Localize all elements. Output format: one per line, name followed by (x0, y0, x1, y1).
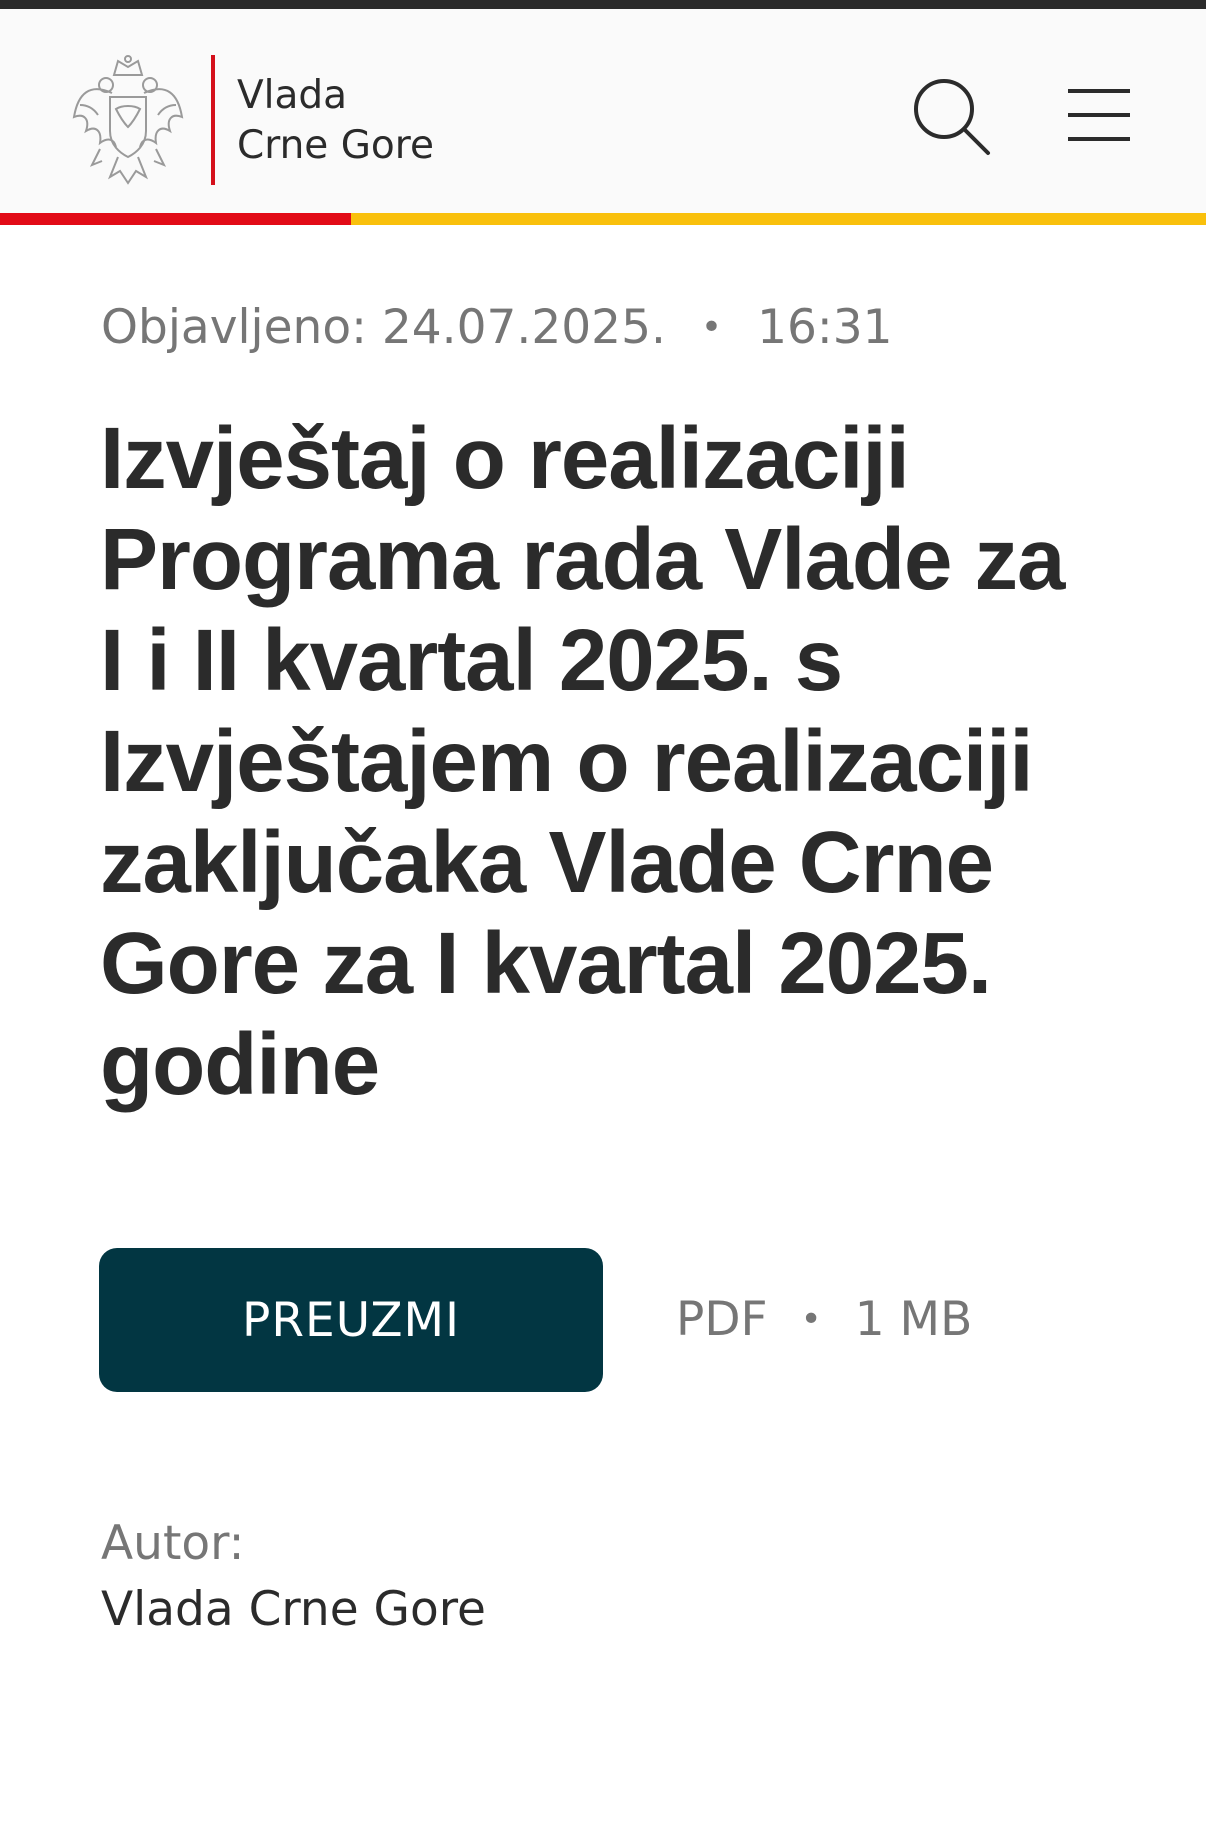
menu-button[interactable] (1066, 85, 1132, 145)
published-date: 24.07.2025. (381, 300, 666, 355)
page-title: Izvještaj o realizaciji Programa rada Vl… (100, 410, 1065, 1113)
brand-line-1: Vlada (237, 73, 348, 118)
published-time: 16:31 (757, 300, 893, 355)
published-label: Objavljeno: (101, 300, 367, 355)
brand-name[interactable]: Vlada Crne Gore (237, 71, 434, 171)
download-button[interactable]: PREUZMI (99, 1248, 603, 1392)
stripe-red (0, 213, 351, 225)
file-info-separator: • (800, 1299, 822, 1340)
author-name: Vlada Crne Gore (101, 1582, 486, 1637)
meta-separator: • (700, 307, 723, 348)
header-color-stripe (0, 213, 1206, 225)
search-icon (914, 79, 990, 155)
top-dark-bar (0, 0, 1206, 9)
logo-divider (211, 55, 215, 185)
site-header: Vlada Crne Gore (0, 9, 1206, 213)
hamburger-menu-icon (1068, 89, 1130, 141)
file-size: 1 MB (854, 1292, 973, 1347)
search-button[interactable] (912, 77, 992, 157)
file-type: PDF (676, 1292, 768, 1347)
stripe-yellow (351, 213, 1206, 225)
coat-of-arms-icon[interactable] (70, 53, 186, 185)
file-info: PDF • 1 MB (676, 1292, 972, 1347)
author-label: Autor: (101, 1516, 245, 1571)
publish-meta: Objavljeno: 24.07.2025. • 16:31 (101, 300, 893, 355)
brand-line-2: Crne Gore (237, 123, 434, 168)
